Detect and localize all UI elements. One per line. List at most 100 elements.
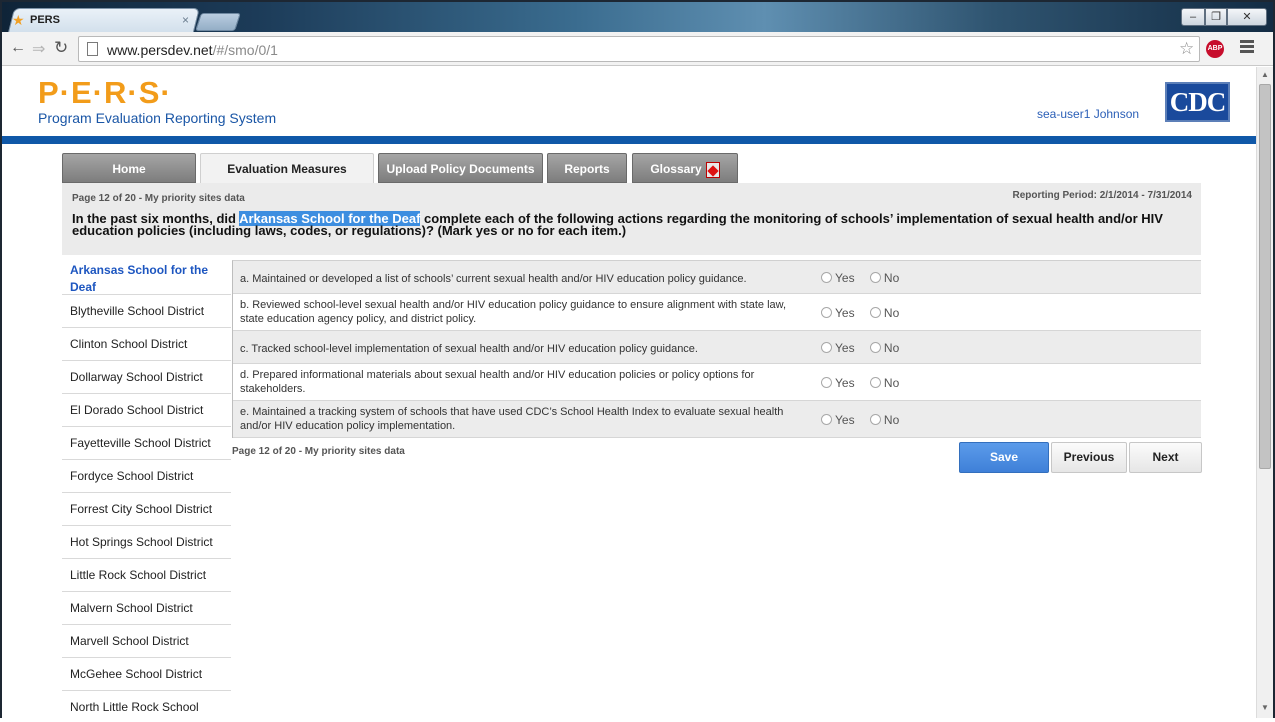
yes-option[interactable]: Yes	[821, 271, 855, 285]
yes-no-group: Yes No	[821, 413, 911, 427]
tab-reports[interactable]: Reports	[547, 153, 627, 183]
reload-icon[interactable]: ↻	[54, 38, 68, 58]
no-label: No	[883, 376, 900, 390]
no-label: No	[883, 271, 900, 285]
logo-text: P·E·R·S·	[38, 75, 172, 110]
question-text: In the past six months, did Arkansas Sch…	[72, 211, 1192, 237]
question-row-a: a. Maintained or developed a list of sch…	[233, 261, 1201, 294]
site-item-little-rock[interactable]: Little Rock School District	[62, 559, 231, 592]
yes-radio[interactable]	[821, 342, 832, 353]
site-item-marvell[interactable]: Marvell School District	[62, 625, 231, 658]
question-row-e: e. Maintained a tracking system of schoo…	[233, 401, 1201, 438]
question-item-text: d. Prepared informational materials abou…	[240, 369, 755, 395]
scroll-down-icon[interactable]: ▼	[1261, 703, 1269, 712]
question-item-text: e. Maintained a tracking system of schoo…	[240, 406, 784, 432]
yes-option[interactable]: Yes	[821, 306, 855, 320]
site-item-el-dorado[interactable]: El Dorado School District	[62, 394, 231, 427]
yes-option[interactable]: Yes	[821, 341, 855, 355]
no-radio[interactable]	[869, 307, 881, 318]
browser-toolbar: ← ⇒ ↻ www.persdev.net/#/smo/0/1 ☆ ABP	[2, 32, 1273, 66]
question-item-text: a. Maintained or developed a list of sch…	[240, 273, 747, 285]
close-window-button[interactable]: ✕	[1227, 8, 1267, 26]
minimize-button[interactable]: ‒	[1181, 8, 1205, 26]
menu-icon[interactable]	[1240, 40, 1254, 55]
favicon-star-icon: ★	[12, 12, 25, 28]
site-item-forrest-city[interactable]: Forrest City School District	[62, 493, 231, 526]
title-bar: ★ PERS × ‒ ❐ ✕	[2, 2, 1273, 32]
pers-logo[interactable]: P·E·R·S· Program Evaluation Reporting Sy…	[38, 75, 277, 127]
address-bar[interactable]: www.persdev.net/#/smo/0/1 ☆	[78, 36, 1200, 62]
tab-title[interactable]: PERS	[30, 14, 60, 26]
save-button[interactable]: Save	[959, 442, 1049, 473]
tab-glossary-label: Glossary	[650, 162, 702, 176]
tab-glossary[interactable]: Glossary	[632, 153, 738, 183]
question-row-d: d. Prepared informational materials abou…	[233, 364, 1201, 401]
yes-radio[interactable]	[821, 414, 832, 425]
no-option[interactable]: No	[869, 306, 899, 320]
yes-label: Yes	[835, 341, 855, 355]
cdc-logo: CDC	[1165, 82, 1230, 122]
yes-no-group: Yes No	[821, 376, 911, 390]
scrollbar-thumb[interactable]	[1259, 84, 1271, 469]
yes-label: Yes	[835, 306, 855, 320]
site-item-fordyce[interactable]: Fordyce School District	[62, 460, 231, 493]
tab-upload-policy-documents[interactable]: Upload Policy Documents	[378, 153, 543, 183]
site-item-fayetteville[interactable]: Fayetteville School District	[62, 427, 231, 460]
yes-radio[interactable]	[821, 307, 832, 318]
yes-radio[interactable]	[821, 272, 832, 283]
previous-button[interactable]: Previous	[1051, 442, 1127, 473]
site-list: Arkansas School for the Deaf Blytheville…	[62, 260, 231, 718]
no-radio[interactable]	[869, 414, 881, 425]
page-viewport: P·E·R·S· Program Evaluation Reporting Sy…	[2, 67, 1256, 718]
question-panel: Page 12 of 20 - My priority sites data R…	[62, 183, 1201, 255]
site-item-dollarway[interactable]: Dollarway School District	[62, 361, 231, 394]
user-name[interactable]: sea-user1 Johnson	[1037, 107, 1139, 121]
next-button[interactable]: Next	[1129, 442, 1202, 473]
url-text[interactable]: www.persdev.net/#/smo/0/1	[107, 42, 278, 58]
yes-no-group: Yes No	[821, 271, 911, 285]
no-option[interactable]: No	[869, 376, 900, 390]
site-item-malvern[interactable]: Malvern School District	[62, 592, 231, 625]
url-path: /#/smo/0/1	[212, 42, 278, 58]
site-item-hot-springs[interactable]: Hot Springs School District	[62, 526, 231, 559]
question-row-b: b. Reviewed school-level sexual health a…	[233, 294, 1201, 331]
adblock-icon[interactable]: ABP	[1206, 40, 1224, 58]
no-option[interactable]: No	[869, 341, 900, 355]
site-item-mcgehee[interactable]: McGehee School District	[62, 658, 231, 691]
site-item-clinton[interactable]: Clinton School District	[62, 328, 231, 361]
tab-evaluation-measures-reporting[interactable]: Evaluation Measures Reporting	[200, 153, 374, 206]
header-divider	[2, 136, 1256, 144]
bottom-page-info: Page 12 of 20 - My priority sites data	[232, 446, 405, 457]
yes-no-group: Yes No	[821, 306, 911, 320]
no-option[interactable]: No	[869, 413, 900, 427]
yes-radio[interactable]	[821, 377, 832, 388]
back-arrow-icon[interactable]: ←	[10, 39, 26, 57]
no-radio[interactable]	[869, 272, 881, 283]
yes-label: Yes	[835, 376, 855, 390]
site-item-arkansas-school-for-the-deaf[interactable]: Arkansas School for the Deaf	[62, 260, 231, 295]
yes-option[interactable]: Yes	[821, 413, 855, 427]
maximize-button[interactable]: ❐	[1205, 8, 1227, 26]
reporting-period: Reporting Period: 2/1/2014 - 7/31/2014	[1012, 190, 1192, 201]
no-radio[interactable]	[869, 377, 881, 388]
page-icon	[87, 42, 98, 56]
forward-arrow-icon[interactable]: ⇒	[32, 39, 45, 59]
page-info: Page 12 of 20 - My priority sites data	[72, 193, 245, 204]
no-label: No	[883, 413, 900, 427]
tab-home[interactable]: Home	[62, 153, 196, 183]
site-item-north-little-rock[interactable]: North Little Rock School	[62, 691, 231, 718]
yes-no-group: Yes No	[821, 341, 911, 355]
yes-label: Yes	[835, 413, 855, 427]
scroll-up-icon[interactable]: ▲	[1261, 70, 1269, 79]
bookmark-star-icon[interactable]: ☆	[1179, 39, 1194, 59]
no-label: No	[883, 341, 900, 355]
vertical-scrollbar[interactable]: ▲ ▼	[1256, 67, 1273, 718]
logo-subtitle: Program Evaluation Reporting System	[38, 110, 277, 126]
site-item-blytheville[interactable]: Blytheville School District	[62, 295, 231, 328]
tab-close-icon[interactable]: ×	[182, 13, 189, 27]
no-option[interactable]: No	[869, 271, 900, 285]
new-tab-button[interactable]	[195, 13, 241, 31]
no-radio[interactable]	[869, 342, 881, 353]
yes-option[interactable]: Yes	[821, 376, 855, 390]
question-row-c: c. Tracked school-level implementation o…	[233, 331, 1201, 364]
